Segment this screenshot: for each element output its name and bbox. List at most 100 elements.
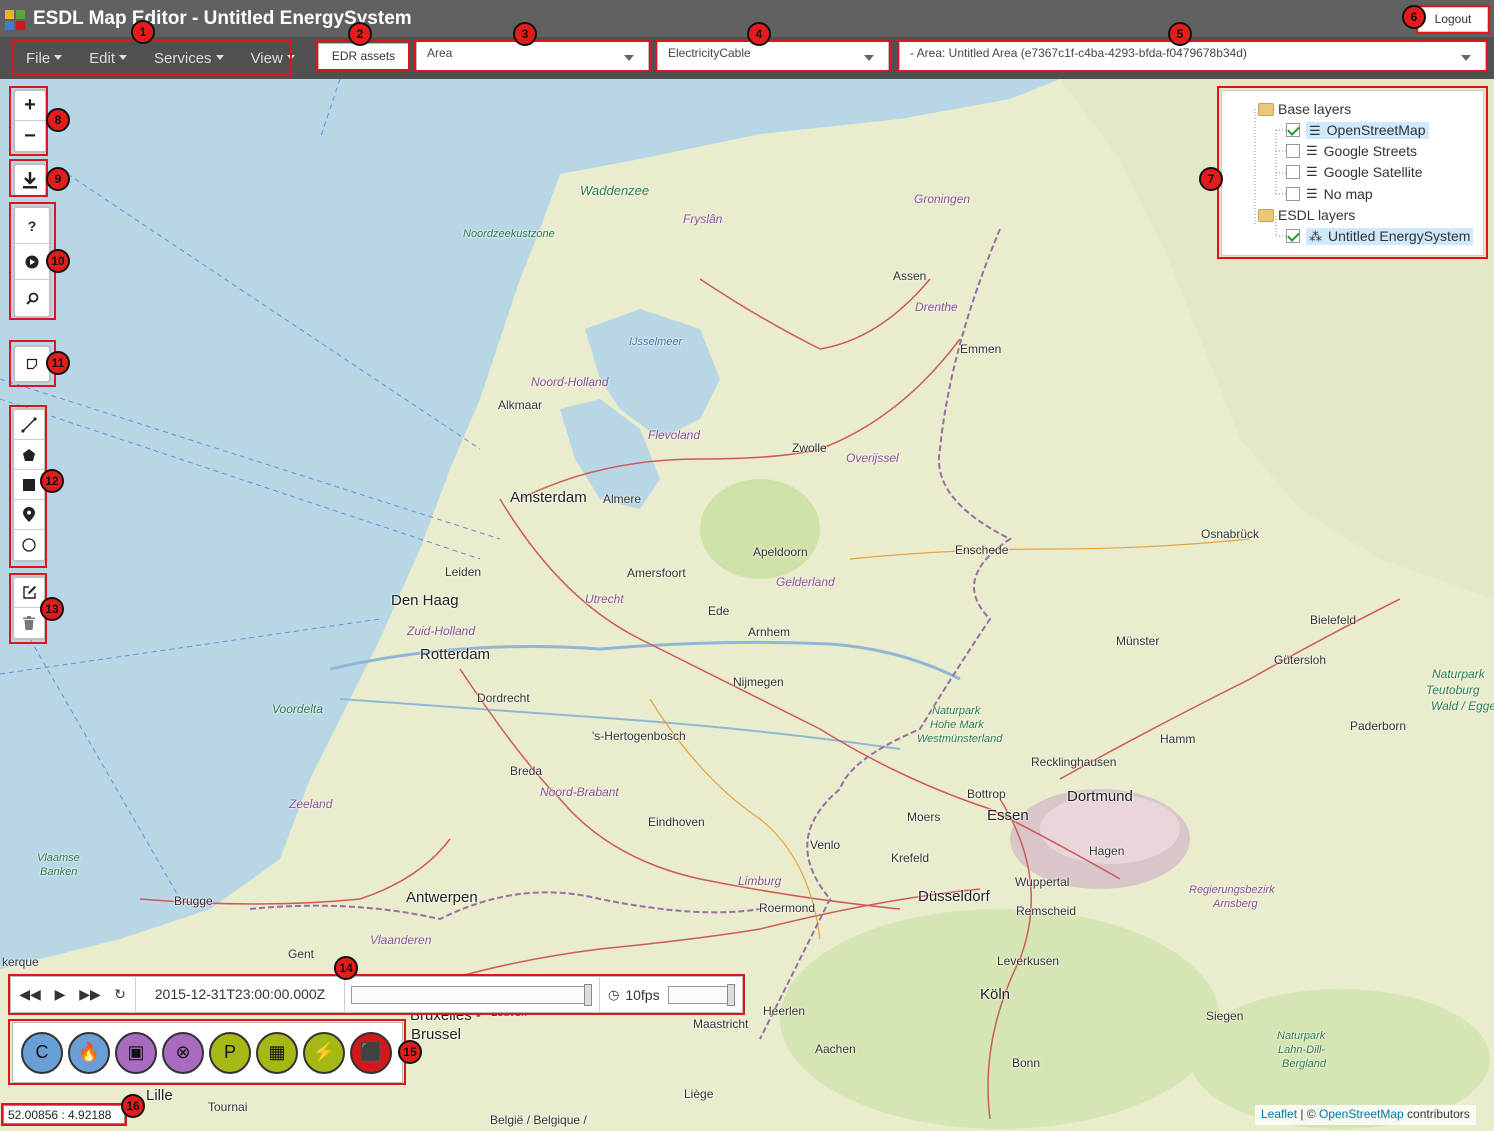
area-select-value: Area bbox=[427, 46, 453, 60]
place-label: Flevoland bbox=[648, 428, 701, 442]
play-icon: ▶ bbox=[54, 986, 66, 1002]
time-player: ◀◀ ▶ ▶▶ ↻ 2015-12-31T23:00:00.000Z ◷ 10f… bbox=[10, 976, 743, 1013]
storage-asset-button[interactable]: ▣ bbox=[115, 1031, 157, 1074]
draw-polygon-button[interactable] bbox=[14, 440, 44, 470]
dropdown-arrow-icon bbox=[864, 55, 874, 61]
menu-edit[interactable]: Edit bbox=[89, 50, 128, 67]
battery-asset-button[interactable]: ⬛ bbox=[350, 1031, 392, 1074]
loop-button[interactable]: ↻ bbox=[105, 980, 135, 1010]
help-button[interactable]: ? bbox=[15, 208, 49, 244]
refresh-icon: ↻ bbox=[114, 986, 126, 1002]
edr-assets-button[interactable]: EDR assets bbox=[318, 43, 409, 70]
fps-slider[interactable] bbox=[667, 983, 735, 1006]
play-button[interactable]: ▶ bbox=[45, 980, 75, 1010]
rewind-button[interactable]: ◀◀ bbox=[15, 980, 45, 1010]
logout-button[interactable]: Logout bbox=[1418, 7, 1488, 32]
place-label: Leiden bbox=[445, 565, 482, 579]
layers-icon: ☰ bbox=[1306, 186, 1318, 201]
area-scope-select[interactable]: - Area: Untitled Area (e7367c1f-c4ba-429… bbox=[899, 41, 1486, 71]
draw-circle-button[interactable] bbox=[14, 530, 44, 560]
speedometer-icon: ◷ bbox=[608, 986, 620, 1002]
menu-view[interactable]: View bbox=[251, 50, 295, 67]
menu-file[interactable]: File bbox=[26, 50, 63, 67]
slider-thumb[interactable] bbox=[726, 983, 735, 1006]
place-label: Overijssel bbox=[846, 451, 899, 465]
layer-checkbox[interactable] bbox=[1286, 165, 1300, 179]
edit-layers-button[interactable] bbox=[14, 578, 44, 608]
layer-item-google-satellite[interactable]: ☰ Google Satellite bbox=[1286, 162, 1423, 182]
zoom-out-button[interactable]: − bbox=[15, 121, 45, 151]
layer-checkbox[interactable] bbox=[1286, 144, 1300, 158]
search-button[interactable] bbox=[15, 280, 49, 316]
conversion-asset-button[interactable]: ⊗ bbox=[162, 1031, 204, 1074]
asset-type-select[interactable]: ElectricityCable bbox=[657, 41, 889, 71]
forward-button[interactable]: ▶▶ bbox=[75, 980, 105, 1010]
draw-rectangle-button[interactable] bbox=[14, 470, 44, 500]
menu-view-label: View bbox=[250, 50, 283, 67]
osm-link[interactable]: OpenStreetMap bbox=[1319, 1107, 1404, 1121]
plant-asset-button[interactable]: ⚡ bbox=[303, 1031, 345, 1074]
callout-badge: 13 bbox=[40, 597, 64, 621]
note-button[interactable] bbox=[15, 347, 49, 381]
place-label: Vlaanderen bbox=[370, 933, 432, 947]
callout-badge: 15 bbox=[398, 1040, 422, 1064]
layer-checkbox[interactable] bbox=[1286, 123, 1300, 137]
flame-icon: 🔥 bbox=[77, 1042, 101, 1062]
area-scope-select-value: - Area: Untitled Area (e7367c1f-c4ba-429… bbox=[910, 46, 1247, 60]
layer-checkbox[interactable] bbox=[1286, 187, 1300, 201]
place-label: Bonn bbox=[1012, 1056, 1041, 1070]
plant-icon: ⚡ bbox=[312, 1042, 336, 1062]
slider-thumb[interactable] bbox=[584, 983, 592, 1006]
place-label: Paderborn bbox=[1350, 719, 1407, 733]
place-label: Zuid-Holland bbox=[407, 624, 476, 638]
layer-item-google-streets[interactable]: ☰ Google Streets bbox=[1286, 141, 1417, 161]
dropdown-arrow-icon bbox=[1461, 55, 1471, 61]
place-label: Köln bbox=[980, 986, 1011, 1003]
place-label: Amsterdam bbox=[510, 489, 587, 506]
place-label: Moers bbox=[907, 810, 941, 824]
layer-item-no-map[interactable]: ☰ No map bbox=[1286, 184, 1373, 204]
place-label: Düsseldorf bbox=[918, 888, 990, 905]
place-label: Eindhoven bbox=[648, 815, 705, 829]
area-select[interactable]: Area bbox=[416, 41, 649, 71]
map-marker-icon bbox=[23, 507, 35, 522]
menu-services[interactable]: Services bbox=[154, 50, 224, 67]
place-label: Assen bbox=[893, 269, 927, 283]
callout-badge: 14 bbox=[334, 956, 358, 980]
place-label: Maastricht bbox=[693, 1017, 749, 1031]
place-label: Noordzeekustzone bbox=[463, 228, 555, 240]
zoom-in-button[interactable]: + bbox=[15, 91, 45, 121]
place-label: Gent bbox=[288, 947, 315, 961]
layer-group-base[interactable]: Base layers bbox=[1258, 99, 1351, 119]
place-label: Ede bbox=[708, 604, 730, 618]
network-asset-button[interactable]: ▦ bbox=[256, 1031, 298, 1074]
dropdown-arrow-icon bbox=[624, 55, 634, 61]
delete-layers-button[interactable] bbox=[14, 608, 44, 638]
heat-asset-button[interactable]: 🔥 bbox=[68, 1031, 110, 1074]
place-label: Arnhem bbox=[748, 625, 791, 639]
place-label: Voordelta bbox=[272, 702, 323, 716]
layers-icon: ☰ bbox=[1309, 122, 1321, 138]
time-slider[interactable] bbox=[351, 983, 592, 1006]
producer-asset-button[interactable]: P bbox=[209, 1031, 251, 1074]
mouse-coordinates: 52.00856 : 4.92188 bbox=[3, 1105, 125, 1124]
layer-checkbox[interactable] bbox=[1286, 229, 1300, 243]
download-button[interactable] bbox=[15, 165, 45, 195]
place-label: België / Belgique / bbox=[490, 1113, 587, 1127]
place-label: Naturpark bbox=[1277, 1030, 1326, 1042]
layer-item-untitled-energysystem[interactable]: ⁂ Untitled EnergySystem bbox=[1286, 226, 1474, 246]
download-control bbox=[13, 163, 47, 197]
layer-item-openstreetmap[interactable]: ☰ OpenStreetMap bbox=[1286, 120, 1429, 140]
info-button[interactable] bbox=[15, 244, 49, 280]
callout-badge: 8 bbox=[46, 108, 70, 132]
draw-marker-button[interactable] bbox=[14, 500, 44, 530]
place-label: Vlaamse bbox=[37, 852, 80, 864]
producer-icon: P bbox=[223, 1042, 236, 1062]
layer-group-esdl[interactable]: ESDL layers bbox=[1258, 205, 1355, 225]
consumer-asset-button[interactable]: C bbox=[21, 1031, 63, 1074]
question-icon: ? bbox=[27, 217, 37, 234]
draw-polyline-button[interactable] bbox=[14, 410, 44, 440]
edit-icon bbox=[22, 586, 36, 599]
place-label: IJsselmeer bbox=[629, 336, 683, 348]
leaflet-link[interactable]: Leaflet bbox=[1261, 1107, 1297, 1121]
